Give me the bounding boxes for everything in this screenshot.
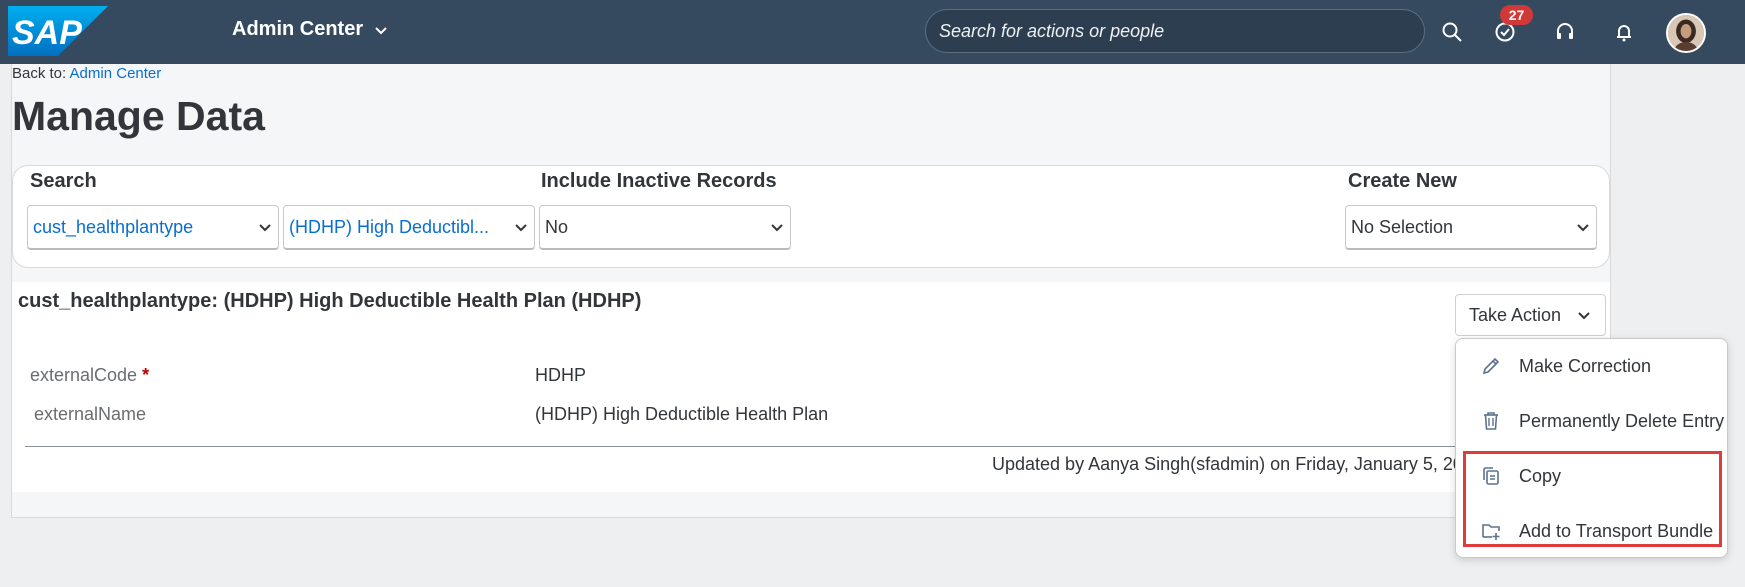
logo-text: SAP: [12, 14, 82, 52]
include-inactive-select[interactable]: No: [539, 205, 791, 250]
trash-icon: [1484, 412, 1498, 430]
user-avatar[interactable]: [1666, 13, 1706, 53]
menu-item-copy[interactable]: Copy: [1456, 449, 1727, 503]
menu-item-add-to-transport-bundle[interactable]: Add to Transport Bundle: [1456, 504, 1727, 558]
search-icon[interactable]: [1437, 17, 1467, 47]
object-type-value: cust_healthplantype: [33, 216, 194, 237]
record-title: cust_healthplantype: (HDHP) High Deducti…: [18, 290, 642, 312]
breadcrumb: Back to: Admin Center: [12, 65, 161, 82]
chevron-down-icon: [771, 224, 783, 232]
chevron-down-icon: [1577, 224, 1589, 232]
include-inactive-label: Include Inactive Records: [541, 170, 777, 192]
search-placeholder: Search for actions or people: [939, 20, 1165, 41]
include-inactive-value: No: [545, 216, 569, 237]
page-title: Manage Data: [12, 93, 265, 139]
external-name-label: externalName: [34, 404, 147, 424]
external-code-value: HDHP: [535, 365, 587, 385]
create-new-value: No Selection: [1351, 216, 1454, 237]
create-new-select[interactable]: No Selection: [1345, 205, 1597, 250]
folder-add-icon: [1482, 524, 1500, 540]
menu-item-permanently-delete[interactable]: Permanently Delete Entry: [1456, 394, 1727, 448]
menu-item-label: Permanently Delete Entry: [1519, 410, 1725, 431]
object-instance-select[interactable]: (HDHP) High Deductibl...: [283, 205, 535, 250]
breadcrumb-prefix: Back to:: [12, 65, 67, 82]
notification-count-badge: 27: [1500, 5, 1533, 25]
chevron-down-icon: [259, 224, 271, 232]
required-indicator: *: [142, 365, 150, 385]
pencil-icon: [1482, 357, 1500, 375]
take-action-button[interactable]: Take Action: [1455, 294, 1606, 336]
search-input[interactable]: Search for actions or people: [925, 9, 1425, 53]
external-name-value: (HDHP) High Deductible Health Plan: [535, 404, 829, 424]
divider: [25, 446, 1465, 447]
breadcrumb-link-admin-center[interactable]: Admin Center: [70, 65, 162, 82]
headset-icon[interactable]: [1550, 17, 1580, 47]
field-label-text: externalCode: [30, 365, 138, 385]
updated-info: Updated by Aanya Singh(sfadmin) on Frida…: [992, 454, 1457, 474]
menu-item-label: Make Correction: [1519, 355, 1652, 376]
copy-icon: [1483, 467, 1499, 485]
object-instance-value: (HDHP) High Deductibl...: [289, 216, 490, 237]
chevron-down-icon: [1578, 312, 1590, 320]
external-code-label: externalCode *: [30, 365, 149, 386]
bell-icon[interactable]: [1609, 17, 1639, 47]
object-type-select[interactable]: cust_healthplantype: [27, 205, 279, 250]
menu-item-make-correction[interactable]: Make Correction: [1456, 339, 1727, 393]
create-new-label: Create New: [1348, 170, 1457, 192]
app-title: Admin Center: [232, 18, 364, 40]
chevron-down-icon: [375, 26, 387, 34]
shell-bar: SAP Admin Center Search for actions or p…: [0, 0, 1745, 64]
sap-logo[interactable]: SAP: [8, 6, 108, 56]
menu-item-label: Add to Transport Bundle: [1519, 520, 1714, 541]
take-action-menu: Make Correction Permanently Delete Entry…: [1455, 338, 1728, 558]
chevron-down-icon: [515, 224, 527, 232]
take-action-label: Take Action: [1469, 304, 1562, 325]
search-label: Search: [30, 170, 97, 192]
menu-item-label: Copy: [1519, 465, 1562, 486]
app-title-menu[interactable]: Admin Center: [232, 18, 389, 41]
